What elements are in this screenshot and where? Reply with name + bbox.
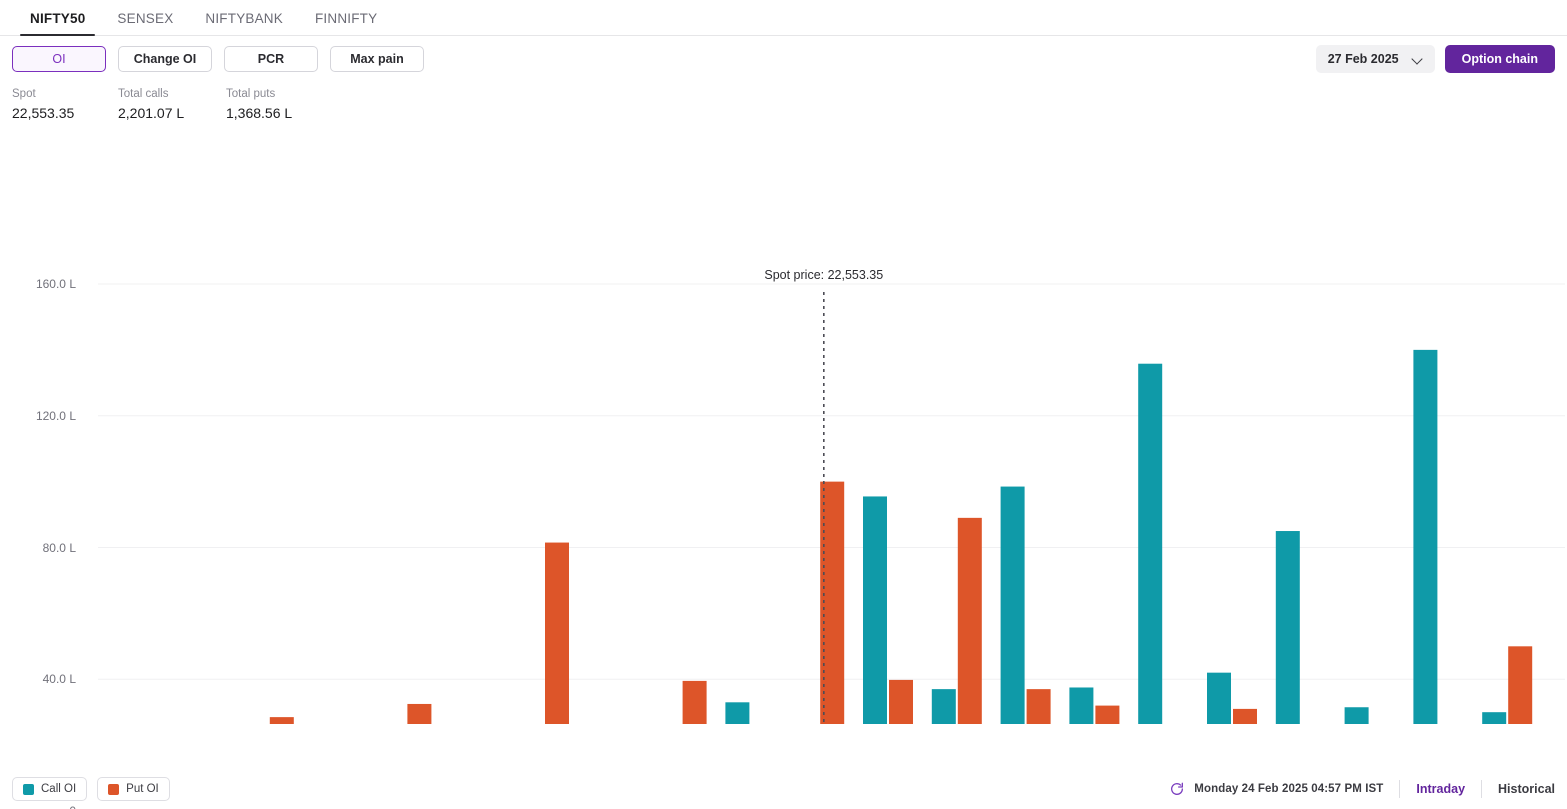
y-axis-tick-label: 160.0 L xyxy=(35,277,76,291)
stat-value: 2,201.07 L xyxy=(118,105,185,121)
call-oi-bar[interactable] xyxy=(931,689,956,724)
put-oi-bar[interactable] xyxy=(1233,708,1257,724)
stat-total-calls: Total calls 2,201.07 L xyxy=(118,86,226,124)
call-oi-bar[interactable] xyxy=(1413,349,1438,724)
chart-canvas[interactable] xyxy=(0,124,1567,724)
chart-legend: Call OI Put OI xyxy=(12,777,180,801)
stat-spot: Spot 22,553.35 xyxy=(12,86,118,124)
put-oi-bar[interactable] xyxy=(889,679,913,724)
y-axis-tick-label: 40.0 L xyxy=(42,672,76,687)
metric-button-oi[interactable]: OI xyxy=(12,46,106,72)
put-oi-bar[interactable] xyxy=(682,680,707,724)
put-oi-bar[interactable] xyxy=(407,703,432,724)
stat-label: Total puts xyxy=(226,88,276,100)
call-oi-bar[interactable] xyxy=(1069,687,1094,724)
call-oi-bar[interactable] xyxy=(1344,707,1369,724)
y-axis: 040.0 L80.0 L120.0 L160.0 L xyxy=(0,124,76,809)
refresh-icon[interactable] xyxy=(1169,781,1185,797)
option-chain-button[interactable]: Option chain xyxy=(1444,45,1555,73)
call-oi-bar[interactable] xyxy=(1207,672,1231,724)
footer-divider-2 xyxy=(1481,780,1483,798)
put-oi-bar[interactable] xyxy=(1095,705,1120,724)
legend-label: Call OI xyxy=(41,783,77,795)
metric-button-change-oi[interactable]: Change OI xyxy=(118,46,212,72)
put-oi-bar[interactable] xyxy=(957,517,982,724)
index-tab-finnifty[interactable]: FINNIFTY xyxy=(299,11,393,35)
call-oi-bar[interactable] xyxy=(1000,486,1025,724)
toolbar-right-group: 27 Feb 2025 Option chain xyxy=(1315,38,1555,80)
y-axis-tick-label: 120.0 L xyxy=(35,408,76,423)
put-oi-bar[interactable] xyxy=(269,717,294,724)
chart-footer: Call OI Put OI Monday 24 Feb 2025 04:57 P… xyxy=(0,769,1567,809)
spot-price-annotation: Spot price: 22,553.35 xyxy=(764,268,884,282)
legend-label: Put OI xyxy=(126,783,159,795)
legend-chip-put-oi[interactable]: Put OI xyxy=(97,777,170,801)
oi-bar-chart: 040.0 L80.0 L120.0 L160.0 L 22,10022,200… xyxy=(0,124,1567,809)
metric-button-max-pain[interactable]: Max pain xyxy=(330,46,424,72)
call-oi-bar[interactable] xyxy=(1275,531,1300,724)
footer-divider xyxy=(1399,780,1401,798)
last-updated-timestamp: Monday 24 Feb 2025 04:57 PM IST xyxy=(1194,783,1384,795)
intraday-tab[interactable]: Intraday xyxy=(1416,782,1465,796)
legend-chip-call-oi[interactable]: Call OI xyxy=(12,777,88,801)
call-oi-bar[interactable] xyxy=(1138,363,1163,724)
index-tab-bar: NIFTY50 SENSEX NIFTYBANK FINNIFTY xyxy=(0,0,1567,36)
metric-button-pcr[interactable]: PCR xyxy=(224,46,318,72)
chart-toolbar: OI Change OI PCR Max pain 27 Feb 2025 Optio… xyxy=(0,38,1567,80)
historical-tab[interactable]: Historical xyxy=(1498,782,1555,796)
chevron-down-icon xyxy=(1413,54,1423,64)
call-oi-bar[interactable] xyxy=(863,496,887,724)
call-oi-bar[interactable] xyxy=(725,702,750,724)
index-tab-niftybank[interactable]: NIFTYBANK xyxy=(189,11,299,35)
stat-label: Spot xyxy=(12,88,36,100)
option-oi-dashboard: NIFTY50 SENSEX NIFTYBANK FINNIFTY OI Change … xyxy=(0,0,1567,809)
expiry-date-select[interactable]: 27 Feb 2025 xyxy=(1315,45,1435,73)
call-oi-bar[interactable] xyxy=(1482,712,1507,724)
put-oi-bar[interactable] xyxy=(1026,689,1051,724)
stat-label: Total calls xyxy=(118,88,169,100)
footer-right-group: Monday 24 Feb 2025 04:57 PM IST Intraday… xyxy=(1169,780,1555,798)
put-oi-bar[interactable] xyxy=(545,542,569,724)
put-oi-bar[interactable] xyxy=(1508,646,1533,724)
legend-swatch xyxy=(108,783,120,795)
metric-button-group: OI Change OI PCR Max pain xyxy=(12,46,436,72)
index-tab-sensex[interactable]: SENSEX xyxy=(101,11,189,35)
legend-swatch xyxy=(23,783,34,795)
stat-total-puts: Total puts 1,368.56 L xyxy=(226,86,346,124)
stat-value: 1,368.56 L xyxy=(226,105,293,121)
expiry-date-value: 27 Feb 2025 xyxy=(1327,52,1399,66)
y-axis-tick-label: 80.0 L xyxy=(42,540,76,555)
index-tab-nifty50[interactable]: NIFTY50 xyxy=(14,11,101,36)
summary-stats: Spot 22,553.35 Total calls 2,201.07 L Total … xyxy=(0,80,1567,124)
stat-value: 22,553.35 xyxy=(12,105,75,121)
